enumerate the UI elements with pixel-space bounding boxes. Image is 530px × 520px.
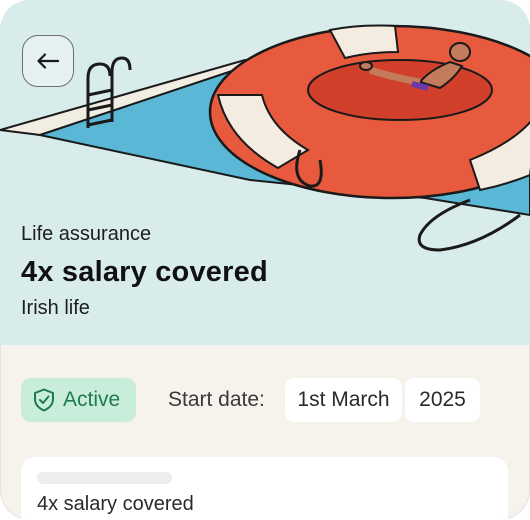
benefit-card: Life assurance 4x salary covered Irish l…	[0, 0, 530, 520]
skeleton-placeholder	[37, 472, 172, 484]
summary-card-text: 4x salary covered	[37, 493, 194, 515]
start-date-day-month: 1st March	[285, 378, 402, 422]
start-date-label: Start date:	[168, 388, 265, 411]
status-badge: Active	[21, 378, 137, 422]
back-button[interactable]	[22, 35, 74, 87]
page-title: 4x salary covered	[21, 256, 268, 288]
summary-card: 4x salary covered	[21, 457, 508, 520]
arrow-left-icon	[37, 53, 59, 69]
start-date-year: 2025	[405, 378, 480, 422]
hero-illustration: Life assurance 4x salary covered Irish l…	[0, 0, 530, 345]
shield-check-icon	[34, 388, 54, 412]
pool-lifebuoy-illustration	[0, 24, 530, 252]
provider-name: Irish life	[21, 297, 90, 319]
status-label: Active	[63, 388, 121, 411]
benefit-category: Life assurance	[21, 223, 152, 245]
